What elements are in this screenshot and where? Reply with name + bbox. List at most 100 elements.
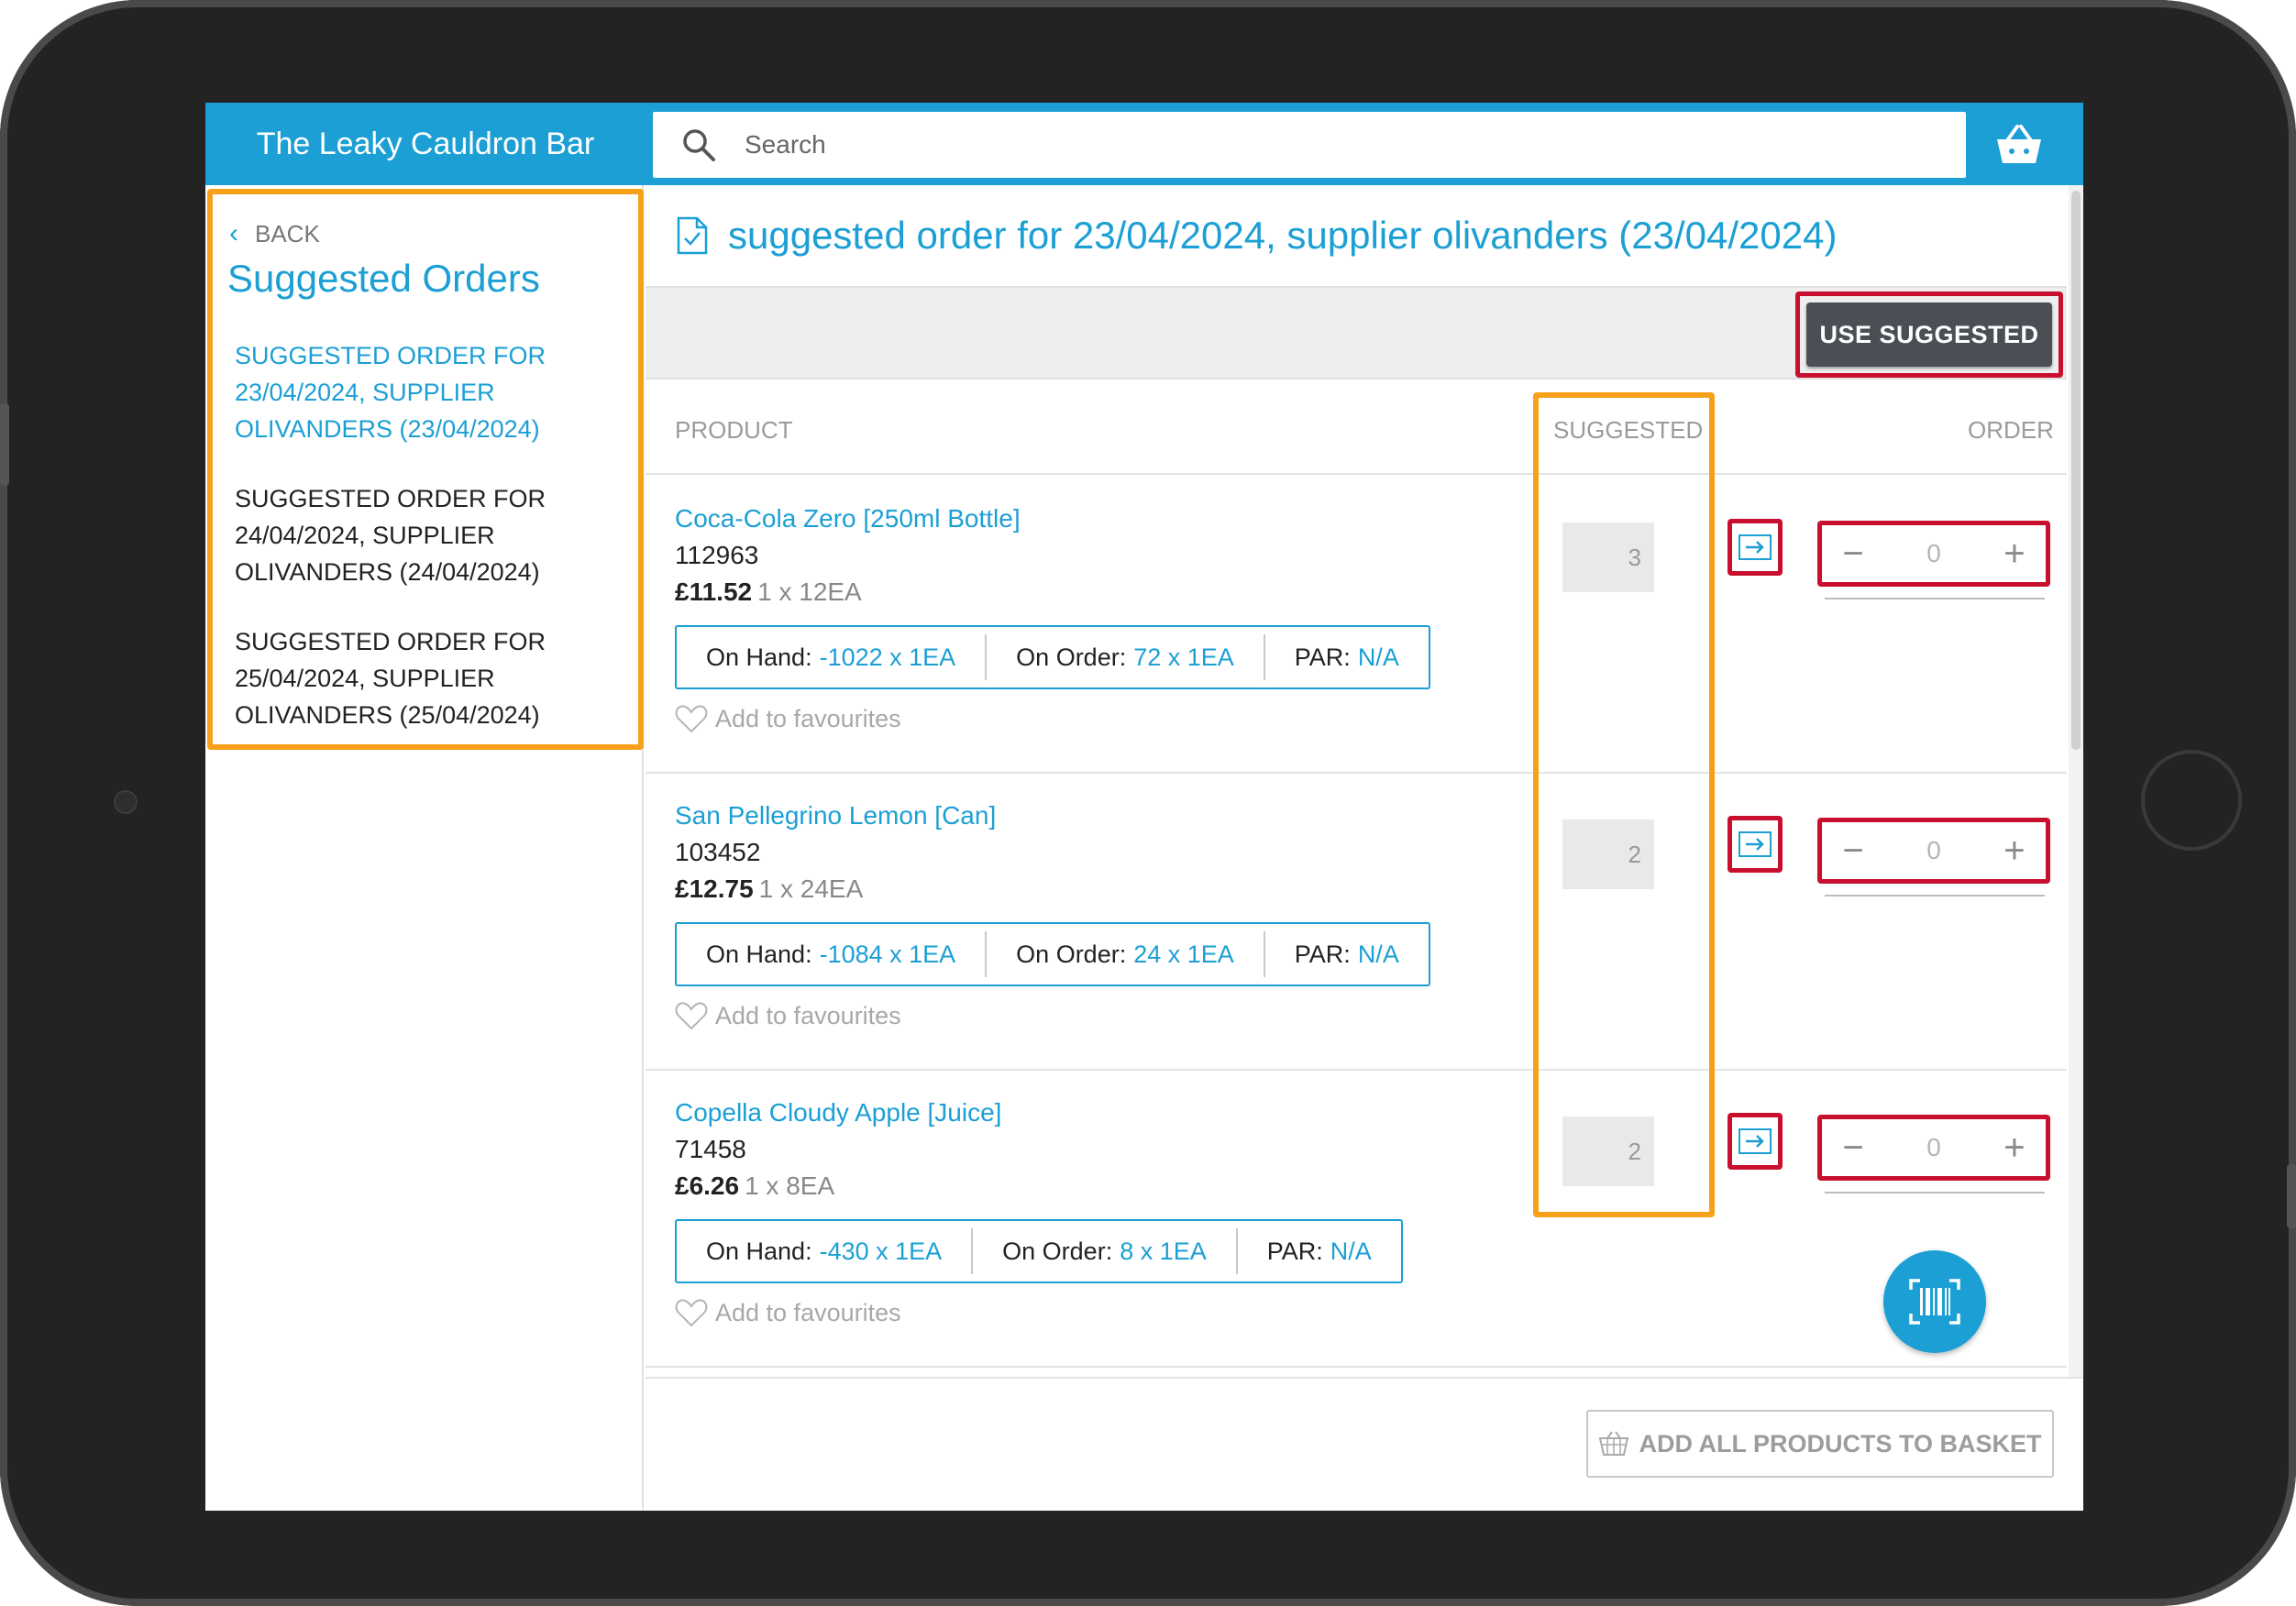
on-hand-label: On Hand: [706, 940, 812, 968]
on-order-value: 24 x 1EA [1133, 940, 1234, 968]
quantity-stepper: − 0 + [1817, 1115, 2050, 1181]
par-label: PAR: [1294, 940, 1351, 968]
price-value: £6.26 [675, 1172, 740, 1200]
product-name[interactable]: Copella Cloudy Apple [Juice] [675, 1098, 1001, 1128]
table-row: Coca-Cola Zero [250ml Bottle] 112963 £11… [646, 477, 2067, 774]
pack-size: 1 x 8EA [745, 1172, 835, 1200]
volume-button [0, 403, 9, 486]
column-order: ORDER [1968, 416, 2054, 444]
add-to-favourites[interactable]: Add to favourites [675, 1298, 901, 1327]
par-label: PAR: [1266, 1237, 1323, 1265]
on-hand-label: On Hand: [706, 643, 812, 671]
heart-icon [675, 1299, 708, 1327]
power-button [2287, 1164, 2296, 1228]
suggested-order-list: SUGGESTED ORDER FOR 23/04/2024, SUPPLIER… [235, 337, 620, 766]
use-suggested-button[interactable]: USE SUGGESTED [1806, 302, 2052, 367]
par-value: N/A [1357, 643, 1399, 671]
use-suggested-highlight: USE SUGGESTED [1795, 292, 2063, 378]
product-code: 112963 [675, 541, 759, 569]
decrease-button[interactable]: − [1835, 535, 1871, 572]
barcode-scan-button[interactable] [1883, 1250, 1986, 1353]
sidebar-item-order-2[interactable]: SUGGESTED ORDER FOR 24/04/2024, SUPPLIER… [235, 480, 620, 590]
basket-icon[interactable] [1993, 123, 2045, 167]
heart-icon [675, 1002, 708, 1030]
scrollbar-thumb[interactable] [2071, 191, 2081, 750]
column-product: PRODUCT [675, 416, 793, 444]
table-row: San Pellegrino Lemon [Can] 103452 £12.75… [646, 774, 2067, 1071]
add-to-favourites[interactable]: Add to favourites [675, 704, 901, 733]
stepper-underline [1825, 1192, 2045, 1194]
order-quantity[interactable]: 0 [1926, 836, 1941, 865]
apply-suggested-button[interactable] [1728, 519, 1783, 576]
search-bar[interactable] [653, 112, 1966, 178]
on-hand: On Hand: -1022 x 1EA [677, 634, 988, 680]
toolbar: USE SUGGESTED [646, 286, 2067, 380]
stepper-underline [1825, 895, 2045, 896]
product-name[interactable]: San Pellegrino Lemon [Can] [675, 801, 996, 830]
on-order: On Order: 8 x 1EA [973, 1228, 1238, 1274]
suggested-quantity: 2 [1562, 1116, 1654, 1186]
stock-info: On Hand: -1084 x 1EA On Order: 24 x 1EA PA… [675, 922, 1430, 986]
price-value: £11.52 [675, 578, 753, 606]
apply-suggested-button[interactable] [1728, 816, 1783, 873]
document-check-icon [677, 216, 708, 255]
on-order-label: On Order: [1016, 940, 1127, 968]
on-hand-value: -1022 x 1EA [819, 643, 956, 671]
heart-icon [675, 705, 708, 733]
product-name[interactable]: Coca-Cola Zero [250ml Bottle] [675, 504, 1021, 534]
search-input[interactable] [745, 130, 1845, 160]
quantity-stepper: − 0 + [1817, 521, 2050, 587]
page-header: suggested order for 23/04/2024, supplier… [646, 185, 2067, 286]
tablet-frame: The Leaky Cauldron Bar ‹ BACK [0, 0, 2296, 1606]
favourites-label: Add to favourites [715, 1001, 901, 1029]
favourites-label: Add to favourites [715, 704, 901, 732]
quantity-stepper: − 0 + [1817, 818, 2050, 884]
suggested-quantity: 3 [1562, 522, 1654, 592]
column-headers: PRODUCT SUGGESTED ORDER [646, 381, 2067, 475]
on-hand-value: -1084 x 1EA [819, 940, 956, 968]
arrow-right-icon [1739, 1128, 1772, 1154]
venue-name[interactable]: The Leaky Cauldron Bar [205, 103, 646, 185]
increase-button[interactable]: + [1996, 535, 2033, 572]
product-code: 103452 [675, 838, 761, 866]
product-price: £11.52 1 x 12EA [675, 578, 862, 607]
table-row: Copella Cloudy Apple [Juice] 71458 £6.26… [646, 1071, 2067, 1368]
par: PAR: N/A [1265, 634, 1429, 680]
order-quantity[interactable]: 0 [1926, 539, 1941, 568]
add-all-to-basket-button[interactable]: ADD ALL PRODUCTS TO BASKET [1586, 1410, 2054, 1478]
scrollbar[interactable] [2069, 185, 2083, 1468]
back-link[interactable]: ‹ BACK [229, 218, 320, 249]
arrow-right-icon [1739, 534, 1772, 560]
stepper-underline [1825, 598, 2045, 600]
chevron-left-icon: ‹ [229, 218, 238, 248]
on-order-label: On Order: [1016, 643, 1127, 671]
favourites-label: Add to favourites [715, 1298, 901, 1326]
par: PAR: N/A [1238, 1228, 1401, 1274]
sidebar-title: Suggested Orders [227, 257, 540, 300]
stock-info: On Hand: -430 x 1EA On Order: 8 x 1EA PAR:… [675, 1219, 1403, 1283]
app-screen: The Leaky Cauldron Bar ‹ BACK [205, 103, 2083, 1511]
on-order: On Order: 24 x 1EA [987, 931, 1265, 977]
on-hand-value: -430 x 1EA [819, 1237, 943, 1265]
search-icon [683, 129, 715, 161]
column-suggested: SUGGESTED [1553, 416, 1704, 444]
decrease-button[interactable]: − [1835, 1129, 1871, 1166]
apply-suggested-button[interactable] [1728, 1113, 1783, 1170]
sidebar: ‹ BACK Suggested Orders SUGGESTED ORDER … [205, 185, 644, 1511]
order-quantity[interactable]: 0 [1926, 1133, 1941, 1162]
home-button[interactable] [2141, 750, 2242, 851]
par: PAR: N/A [1265, 931, 1429, 977]
increase-button[interactable]: + [1996, 832, 2033, 869]
pack-size: 1 x 12EA [757, 578, 862, 606]
page-title: suggested order for 23/04/2024, supplier… [728, 214, 1838, 257]
decrease-button[interactable]: − [1835, 832, 1871, 869]
sidebar-item-order-1[interactable]: SUGGESTED ORDER FOR 23/04/2024, SUPPLIER… [235, 337, 620, 447]
increase-button[interactable]: + [1996, 1129, 2033, 1166]
arrow-right-icon [1739, 831, 1772, 857]
add-to-favourites[interactable]: Add to favourites [675, 1001, 901, 1030]
top-bar: The Leaky Cauldron Bar [205, 103, 2083, 185]
on-hand-label: On Hand: [706, 1237, 812, 1265]
price-value: £12.75 [675, 874, 754, 903]
sidebar-item-order-3[interactable]: SUGGESTED ORDER FOR 25/04/2024, SUPPLIER… [235, 623, 620, 733]
on-order: On Order: 72 x 1EA [987, 634, 1265, 680]
